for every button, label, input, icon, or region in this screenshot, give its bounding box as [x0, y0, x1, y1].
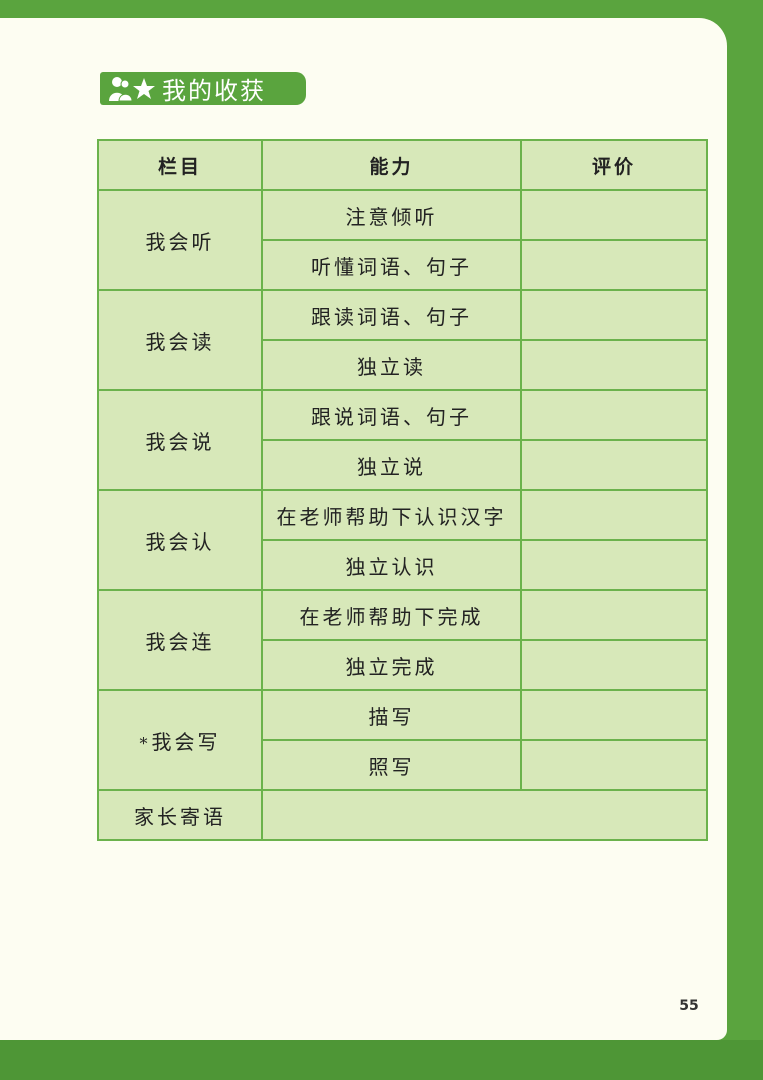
category-cell: * 我会写 — [97, 689, 263, 791]
bottom-band — [0, 1040, 763, 1080]
section-title: 我的收获 — [162, 77, 266, 105]
optional-marker: * — [139, 733, 148, 753]
column-header: 评价 — [520, 139, 708, 191]
table-row: 我会听 注意倾听 — [97, 189, 708, 291]
section-header: 我的收获 — [100, 72, 306, 105]
ability-cell: 听懂词语、句子 — [261, 239, 522, 291]
parent-message-label: 家长寄语 — [97, 789, 263, 841]
evaluation-cell[interactable] — [520, 489, 708, 541]
ability-cell: 独立认识 — [261, 539, 522, 591]
table-row: 我会说 跟说词语、句子 — [97, 389, 708, 491]
star-icon — [133, 77, 155, 99]
parent-message-field[interactable] — [261, 789, 708, 841]
evaluation-cell[interactable] — [520, 589, 708, 641]
ability-cell: 独立说 — [261, 439, 522, 491]
ability-cell: 跟说词语、句子 — [261, 389, 522, 441]
table-row: 家长寄语 — [97, 789, 708, 841]
ability-cell: 独立读 — [261, 339, 522, 391]
column-header: 能力 — [261, 139, 522, 191]
evaluation-cell[interactable] — [520, 439, 708, 491]
evaluation-cell[interactable] — [520, 389, 708, 441]
page-number: 55 — [679, 998, 699, 1014]
ability-cell: 注意倾听 — [261, 189, 522, 241]
ability-cell: 描写 — [261, 689, 522, 741]
table-header-row: 栏目 能力 评价 — [97, 139, 708, 191]
column-header: 栏目 — [97, 139, 263, 191]
ability-cell: 在老师帮助下完成 — [261, 589, 522, 641]
category-cell: 我会读 — [97, 289, 263, 391]
harvest-table: 栏目 能力 评价 我会听 注意倾听 听懂词语、句子 我会读 跟读词语、句子 独立… — [97, 139, 708, 841]
evaluation-cell[interactable] — [520, 339, 708, 391]
header-icons — [108, 72, 156, 105]
evaluation-cell[interactable] — [520, 689, 708, 741]
evaluation-cell[interactable] — [520, 239, 708, 291]
ability-cell: 跟读词语、句子 — [261, 289, 522, 341]
ability-cell: 在老师帮助下认识汉字 — [261, 489, 522, 541]
people-icon — [109, 76, 132, 101]
category-cell: 我会连 — [97, 589, 263, 691]
category-cell: 我会说 — [97, 389, 263, 491]
ability-cell: 独立完成 — [261, 639, 522, 691]
evaluation-cell[interactable] — [520, 289, 708, 341]
evaluation-cell[interactable] — [520, 739, 708, 791]
evaluation-cell[interactable] — [520, 189, 708, 241]
table-row: 我会读 跟读词语、句子 — [97, 289, 708, 391]
table-row: * 我会写 描写 — [97, 689, 708, 791]
table-row: 我会认 在老师帮助下认识汉字 — [97, 489, 708, 591]
ability-cell: 照写 — [261, 739, 522, 791]
evaluation-cell[interactable] — [520, 639, 708, 691]
category-cell: 我会认 — [97, 489, 263, 591]
table-row: 我会连 在老师帮助下完成 — [97, 589, 708, 691]
category-cell: 我会听 — [97, 189, 263, 291]
category-label: 我会写 — [151, 729, 221, 754]
evaluation-cell[interactable] — [520, 539, 708, 591]
